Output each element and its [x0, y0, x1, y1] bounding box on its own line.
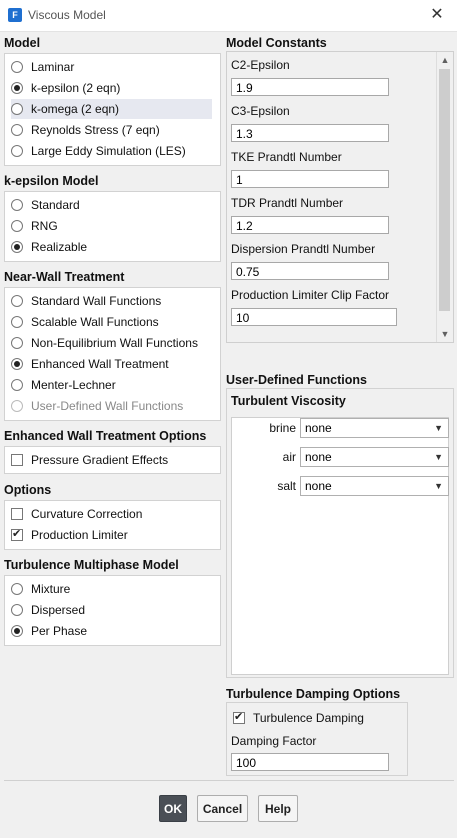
kepsilon-heading: k-epsilon Model	[4, 174, 99, 188]
radio-selected-icon	[11, 241, 23, 253]
checkbox-icon	[11, 508, 23, 520]
model-option-reynolds-stress[interactable]: Reynolds Stress (7 eqn)	[11, 120, 160, 140]
close-icon[interactable]: ✕	[426, 4, 448, 26]
tke-prandtl-input[interactable]: 1	[231, 170, 389, 188]
radio-icon	[11, 379, 23, 391]
radio-icon	[11, 220, 23, 232]
multiphase-group: Mixture Dispersed Per Phase	[4, 575, 221, 646]
damping-factor-label: Damping Factor	[231, 734, 317, 748]
c3-epsilon-input[interactable]: 1.3	[231, 124, 389, 142]
radio-selected-icon	[11, 358, 23, 370]
radio-icon	[11, 604, 23, 616]
constants-scrollbar[interactable]: ▲ ▼	[436, 52, 453, 342]
kepsilon-option-realizable[interactable]: Realizable	[11, 237, 87, 257]
pressure-gradient-checkbox[interactable]: Pressure Gradient Effects	[11, 450, 168, 470]
radio-selected-icon	[11, 82, 23, 94]
brine-viscosity-select[interactable]: none ▼	[300, 418, 449, 438]
nearwall-option-enhanced[interactable]: Enhanced Wall Treatment	[11, 354, 169, 374]
model-group: Laminar k-epsilon (2 eqn) k-omega (2 eqn…	[4, 53, 221, 166]
radio-icon	[11, 316, 23, 328]
radio-icon	[11, 145, 23, 157]
dispersion-prandtl-input[interactable]: 0.75	[231, 262, 389, 280]
c2-epsilon-label: C2-Epsilon	[231, 58, 290, 72]
curvature-correction-checkbox[interactable]: Curvature Correction	[11, 504, 142, 524]
model-heading: Model	[4, 36, 41, 50]
damping-panel: Turbulence Damping Damping Factor 100	[226, 702, 408, 776]
salt-viscosity-select[interactable]: none ▼	[300, 476, 449, 496]
damping-factor-input[interactable]: 100	[231, 753, 389, 771]
turbulent-viscosity-heading: Turbulent Viscosity	[231, 394, 346, 408]
app-icon: F	[8, 8, 22, 22]
radio-icon	[11, 103, 23, 115]
dispersion-prandtl-label: Dispersion Prandtl Number	[231, 242, 376, 256]
radio-icon	[11, 199, 23, 211]
model-option-k-omega[interactable]: k-omega (2 eqn)	[11, 99, 212, 119]
kepsilon-group: Standard RNG Realizable	[4, 191, 221, 262]
radio-disabled-icon	[11, 400, 23, 412]
nearwall-option-standard[interactable]: Standard Wall Functions	[11, 291, 161, 311]
title-bar: F Viscous Model ✕	[0, 0, 457, 32]
chevron-down-icon: ▼	[434, 423, 443, 433]
nearwall-option-non-equilibrium[interactable]: Non-Equilibrium Wall Functions	[11, 333, 198, 353]
constants-panel: C2-Epsilon 1.9 C3-Epsilon 1.3 TKE Prandt…	[226, 51, 454, 343]
help-button[interactable]: Help	[258, 795, 298, 822]
nearwall-option-menter-lechner[interactable]: Menter-Lechner	[11, 375, 116, 395]
udf-heading: User-Defined Functions	[226, 373, 367, 387]
scrollbar-thumb[interactable]	[439, 69, 450, 311]
udf-panel: Turbulent Viscosity brine none ▼ air none…	[226, 388, 454, 678]
checkbox-checked-icon	[233, 710, 245, 724]
turbulence-damping-checkbox[interactable]: Turbulence Damping	[233, 708, 364, 728]
chevron-down-icon: ▼	[434, 452, 443, 462]
nearwall-option-user-defined: User-Defined Wall Functions	[11, 396, 183, 416]
cancel-button[interactable]: Cancel	[197, 795, 248, 822]
production-limiter-clip-input[interactable]: 10	[231, 308, 397, 326]
ok-button[interactable]: OK	[159, 795, 187, 822]
tdr-prandtl-input[interactable]: 1.2	[231, 216, 389, 234]
radio-selected-icon	[11, 625, 23, 637]
radio-icon	[11, 295, 23, 307]
nearwall-option-scalable[interactable]: Scalable Wall Functions	[11, 312, 159, 332]
c3-epsilon-label: C3-Epsilon	[231, 104, 290, 118]
kepsilon-option-rng[interactable]: RNG	[11, 216, 58, 236]
udf-phase-list: brine none ▼ air none ▼ salt none ▼	[231, 417, 449, 675]
options-group: Curvature Correction Production Limiter	[4, 500, 221, 550]
radio-icon	[11, 124, 23, 136]
phase-label-salt: salt	[277, 479, 296, 493]
radio-icon	[11, 337, 23, 349]
production-limiter-clip-label: Production Limiter Clip Factor	[231, 288, 390, 302]
radio-icon	[11, 583, 23, 595]
phase-label-air: air	[282, 450, 296, 464]
damping-heading: Turbulence Damping Options	[226, 687, 401, 701]
scroll-up-icon[interactable]: ▲	[437, 52, 453, 68]
kepsilon-option-standard[interactable]: Standard	[11, 195, 80, 215]
multiphase-option-dispersed[interactable]: Dispersed	[11, 600, 85, 620]
constants-heading: Model Constants	[226, 36, 327, 50]
enhanced-group: Pressure Gradient Effects	[4, 446, 221, 474]
options-heading: Options	[4, 483, 52, 497]
checkbox-checked-icon	[11, 527, 23, 541]
scroll-down-icon[interactable]: ▼	[437, 326, 453, 342]
multiphase-option-per-phase[interactable]: Per Phase	[11, 621, 87, 641]
nearwall-heading: Near-Wall Treatment	[4, 270, 125, 284]
nearwall-group: Standard Wall Functions Scalable Wall Fu…	[4, 287, 221, 421]
model-option-laminar[interactable]: Laminar	[11, 57, 74, 77]
model-option-k-epsilon[interactable]: k-epsilon (2 eqn)	[11, 78, 120, 98]
enhanced-heading: Enhanced Wall Treatment Options	[4, 429, 207, 443]
production-limiter-checkbox[interactable]: Production Limiter	[11, 525, 128, 545]
tke-prandtl-label: TKE Prandtl Number	[231, 150, 342, 164]
chevron-down-icon: ▼	[434, 481, 443, 491]
c2-epsilon-input[interactable]: 1.9	[231, 78, 389, 96]
checkbox-icon	[11, 454, 23, 466]
radio-icon	[11, 61, 23, 73]
button-divider	[4, 780, 454, 781]
model-option-les[interactable]: Large Eddy Simulation (LES)	[11, 141, 186, 161]
multiphase-heading: Turbulence Multiphase Model	[4, 558, 179, 572]
window-title: Viscous Model	[28, 8, 106, 22]
phase-label-brine: brine	[269, 421, 296, 435]
tdr-prandtl-label: TDR Prandtl Number	[231, 196, 344, 210]
air-viscosity-select[interactable]: none ▼	[300, 447, 449, 467]
multiphase-option-mixture[interactable]: Mixture	[11, 579, 70, 599]
